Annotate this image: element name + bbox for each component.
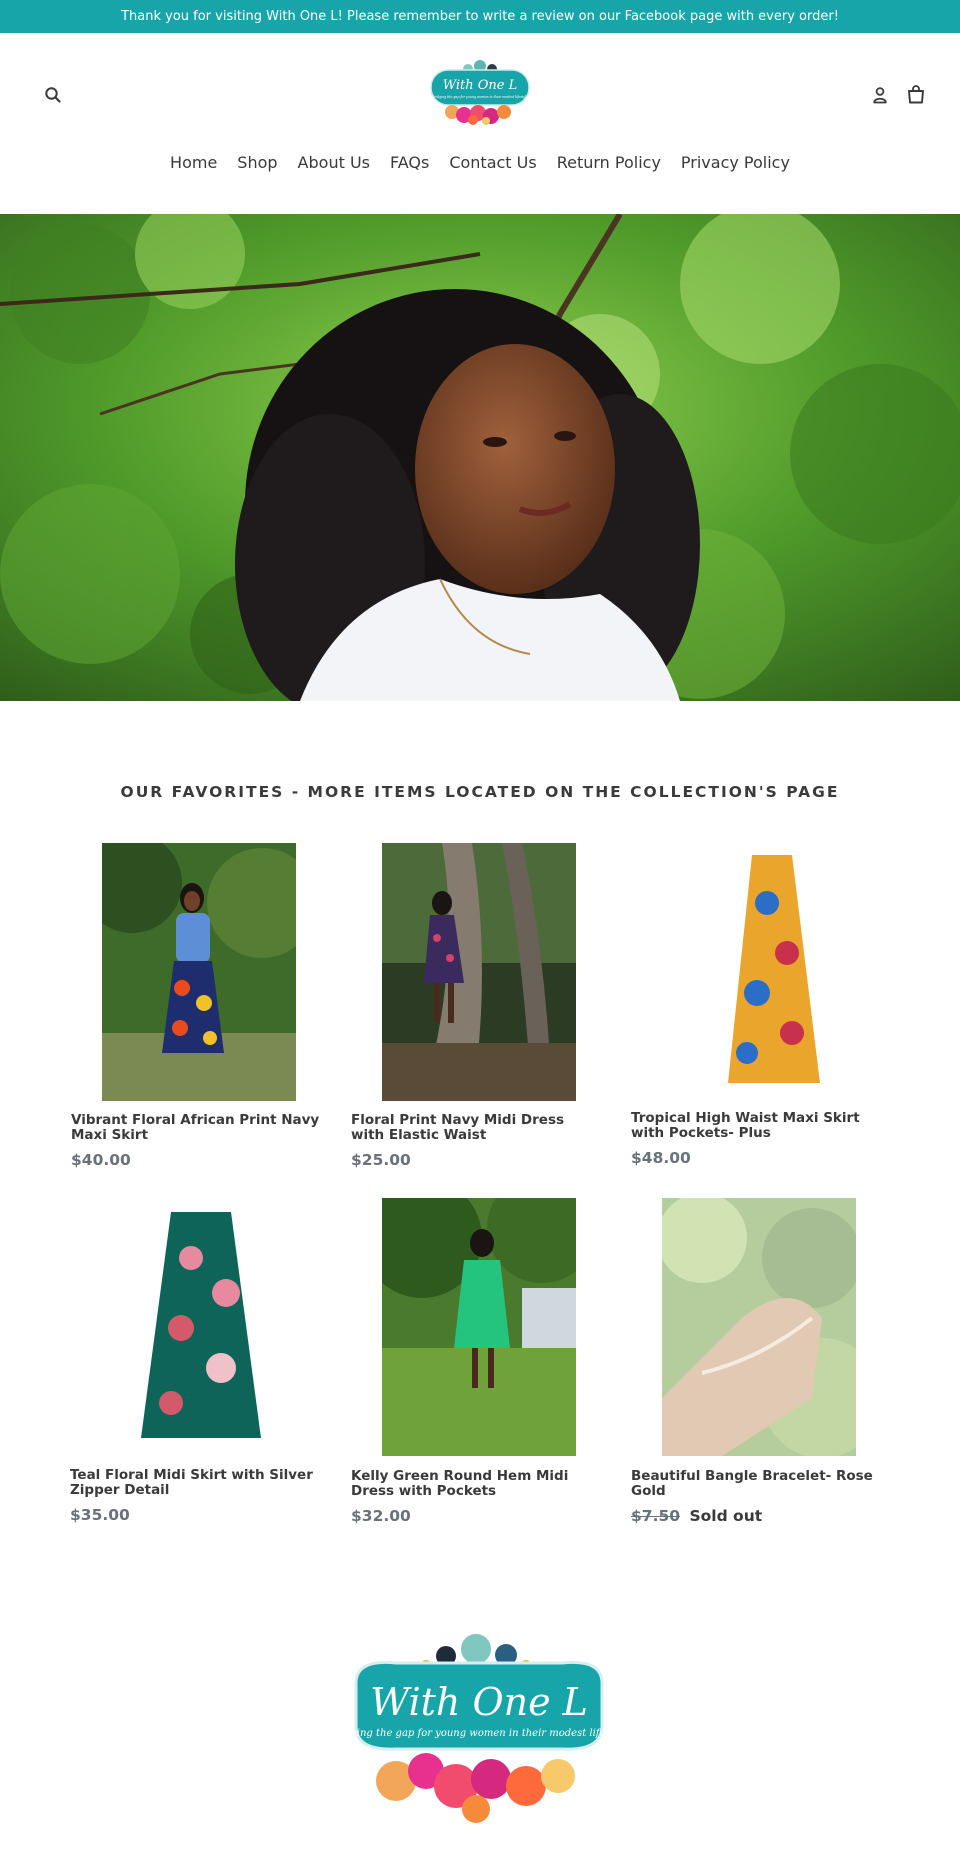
footer-logo-brand-text: With One L (370, 1680, 588, 1724)
product-price: $35.00 (70, 1506, 130, 1524)
nav-return-policy[interactable]: Return Policy (557, 153, 661, 172)
product-card[interactable]: Kelly Green Round Hem Midi Dress with Po… (351, 1198, 601, 1528)
logo-tagline-text: Bridging the gap for young women in thei… (431, 95, 528, 99)
nav-faqs[interactable]: FAQs (390, 153, 429, 172)
announcement-bar[interactable]: Thank you for visiting With One L! Pleas… (0, 0, 960, 33)
product-price: $32.00 (351, 1507, 411, 1525)
product-price-original: $7.50 (631, 1507, 681, 1525)
cart-icon[interactable] (906, 85, 926, 104)
product-image[interactable] (101, 1198, 295, 1456)
nav-shop[interactable]: Shop (237, 153, 277, 172)
product-card[interactable]: Teal Floral Midi Skirt with Silver Zippe… (70, 1198, 320, 1528)
product-title[interactable]: Floral Print Navy Midi Dress with Elasti… (351, 1113, 601, 1143)
product-card[interactable]: Beautiful Bangle Bracelet- Rose Gold $7.… (631, 1198, 881, 1528)
product-price-group: $7.50 Sold out (631, 1507, 762, 1525)
footer-logo-tagline-text: Bridging the gap for young women in thei… (328, 1728, 630, 1739)
hero-image (0, 214, 960, 701)
search-icon[interactable] (44, 86, 62, 104)
product-image[interactable] (382, 1198, 576, 1456)
product-image[interactable] (102, 843, 296, 1101)
product-title[interactable]: Kelly Green Round Hem Midi Dress with Po… (351, 1469, 601, 1499)
product-image[interactable] (662, 1198, 856, 1456)
logo-brand-text: With One L (443, 78, 518, 93)
user-icon[interactable] (871, 86, 889, 104)
product-title[interactable]: Vibrant Floral African Print Navy Maxi S… (71, 1113, 321, 1143)
product-title[interactable]: Teal Floral Midi Skirt with Silver Zippe… (70, 1468, 320, 1498)
announcement-text: Thank you for visiting With One L! Pleas… (121, 9, 839, 24)
nav-privacy-policy[interactable]: Privacy Policy (681, 153, 790, 172)
product-title[interactable]: Beautiful Bangle Bracelet- Rose Gold (631, 1469, 881, 1499)
nav-about-us[interactable]: About Us (298, 153, 370, 172)
section-title: OUR FAVORITES - MORE ITEMS LOCATED ON TH… (120, 783, 840, 801)
nav-home[interactable]: Home (170, 153, 217, 172)
product-price: $25.00 (351, 1151, 411, 1169)
sold-out-badge: Sold out (689, 1507, 763, 1525)
brand-logo-large[interactable]: With One L Bridging the gap for young wo… (326, 1631, 632, 1826)
product-title[interactable]: Tropical High Waist Maxi Skirt with Pock… (631, 1111, 881, 1141)
product-card[interactable]: Floral Print Navy Midi Dress with Elasti… (351, 843, 601, 1173)
product-price: $48.00 (631, 1149, 691, 1167)
brand-logo[interactable]: With One L Bridging the gap for young wo… (428, 60, 532, 126)
main-nav: Home Shop About Us FAQs Contact Us Retur… (0, 153, 960, 172)
product-card[interactable]: Vibrant Floral African Print Navy Maxi S… (71, 843, 321, 1173)
product-card[interactable]: Tropical High Waist Maxi Skirt with Pock… (631, 843, 881, 1173)
product-image[interactable] (382, 843, 576, 1101)
product-image[interactable] (662, 843, 856, 1101)
product-price: $40.00 (71, 1151, 131, 1169)
nav-contact-us[interactable]: Contact Us (449, 153, 536, 172)
